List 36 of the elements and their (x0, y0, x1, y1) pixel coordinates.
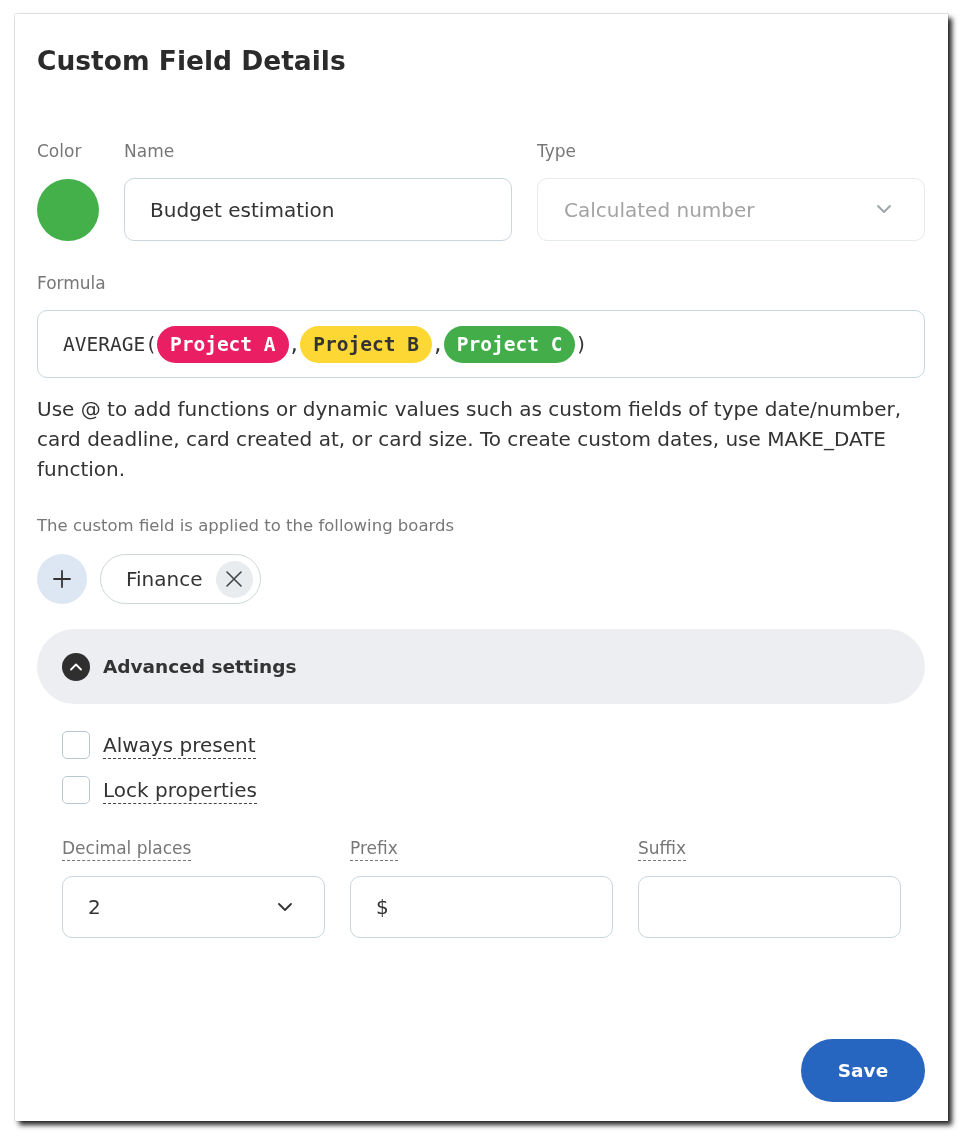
field-label: Decimal places (62, 836, 192, 861)
board-name: Finance (126, 567, 203, 591)
close-icon (226, 571, 242, 587)
formula-field-tag: Project C (443, 325, 576, 363)
checkbox-label: Always present (103, 731, 256, 759)
chevron-down-icon (877, 205, 891, 214)
chevron-down-icon (278, 902, 292, 912)
formula-input[interactable]: AVERAGE( Project A , Project B , Project C ) (37, 310, 925, 378)
checkbox[interactable] (62, 776, 90, 804)
field-label: Name (124, 140, 176, 163)
field-label: Prefix (350, 836, 398, 861)
section-label: The custom field is applied to the following boards (37, 515, 456, 537)
chevron-up-icon (62, 652, 90, 681)
remove-button[interactable] (215, 560, 253, 598)
formula-text: ) (575, 332, 588, 356)
checkbox-label: Lock properties (103, 776, 258, 804)
formula-text: , (288, 332, 301, 356)
formula-field-tag: Project A (156, 325, 289, 363)
add-board-button[interactable] (37, 554, 87, 604)
help-text: Use @ to add functions or dynamic values such as custom fields of type date/number, card deadline, card created at, or card size. To create custom dates, use MAKE_DATE function. (37, 396, 903, 483)
name-input[interactable]: Budget estimation (124, 178, 512, 241)
formula-text: , (432, 332, 444, 356)
dropdown-field[interactable]: 2 (62, 876, 325, 938)
input-field[interactable]: $ (350, 876, 613, 938)
checkbox[interactable] (62, 731, 90, 759)
advanced-settings-toggle[interactable]: Advanced settings (37, 629, 925, 704)
plus-icon (53, 570, 71, 588)
field-label: Type (537, 140, 578, 163)
formula-field-tag: Project B (300, 325, 432, 363)
field-label: Color (37, 140, 83, 163)
save-button[interactable]: Save (801, 1039, 925, 1102)
formula-text: AVERAGE( (63, 332, 157, 356)
field-label: Formula (37, 272, 107, 295)
dialog-title: Custom Field Details (37, 44, 347, 78)
input-field[interactable] (638, 876, 901, 938)
field-label: Suffix (638, 836, 687, 861)
